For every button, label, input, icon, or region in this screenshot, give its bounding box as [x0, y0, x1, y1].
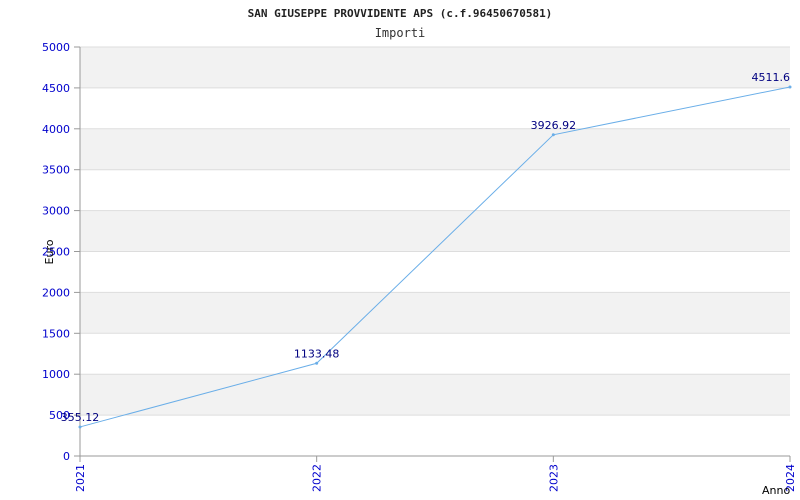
y-tick-label: 5000 [42, 41, 70, 54]
chart-title: SAN GIUSEPPE PROVVIDENTE APS (c.f.964506… [248, 7, 553, 20]
y-tick-label: 4000 [42, 123, 70, 136]
data-label: 4511.6 [752, 71, 791, 84]
data-label: 355.12 [61, 411, 100, 424]
y-tick-label: 3000 [42, 205, 70, 218]
x-tick-label: 2022 [311, 464, 324, 492]
chart-subtitle: Importi [375, 26, 426, 40]
data-point [551, 133, 555, 137]
y-axis-label: Euro [43, 239, 56, 264]
x-tick-label: 2023 [547, 464, 560, 492]
data-point [788, 85, 792, 89]
data-point [78, 425, 82, 429]
y-tick-label: 1000 [42, 368, 70, 381]
plot-band [80, 210, 790, 252]
y-tick-label: 2000 [42, 286, 70, 299]
y-tick-label: 0 [63, 450, 70, 463]
line-chart: 0500100015002000250030003500400045005000… [42, 7, 797, 497]
plot-band [80, 374, 790, 416]
data-label: 1133.48 [294, 347, 340, 360]
plot-band [80, 128, 790, 170]
plot-band [80, 292, 790, 334]
y-tick-label: 1500 [42, 327, 70, 340]
y-tick-label: 4500 [42, 82, 70, 95]
x-axis-label: Anno [762, 484, 790, 497]
x-axis-ticks: 2021 2022 2023 2024 [74, 456, 797, 492]
plot-band [80, 47, 790, 88]
data-label: 3926.92 [531, 119, 577, 132]
data-point [315, 361, 319, 365]
y-tick-label: 3500 [42, 164, 70, 177]
plot-bands [80, 47, 790, 416]
x-tick-label: 2021 [74, 464, 87, 492]
